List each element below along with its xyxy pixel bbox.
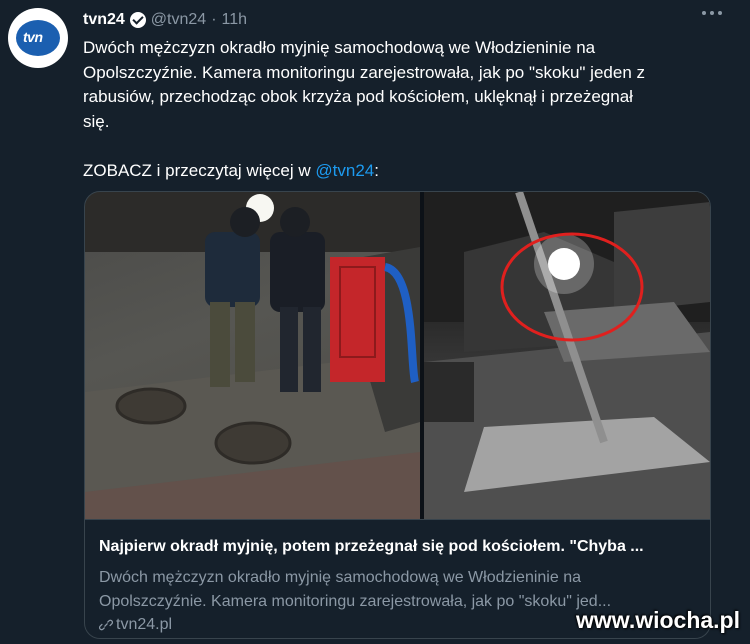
tweet-text-line: Dwóch mężczyzn okradło myjnię samochodow… [83, 38, 596, 57]
timestamp[interactable]: 11h [222, 11, 248, 29]
link-icon [99, 619, 113, 631]
tweet-header: tvn24 @tvn24 · 11h [83, 9, 247, 31]
car-wash-cctv-photo[interactable] [85, 192, 420, 519]
author-name[interactable]: tvn24 [83, 11, 125, 29]
more-options-icon[interactable] [702, 10, 722, 16]
mention-link[interactable]: @tvn24 [315, 161, 374, 180]
avatar-logo-text: tvn [23, 29, 43, 45]
separator-dot: · [211, 11, 217, 28]
church-cross-cctv-photo[interactable] [424, 192, 710, 519]
tweet-text-line: się. [83, 111, 110, 131]
card-photos[interactable] [85, 192, 710, 519]
author-handle[interactable]: @tvn24 [151, 11, 206, 29]
watermark: www.wiocha.pl [576, 607, 740, 633]
tweet-text-colon: : [374, 160, 379, 180]
tweet-text-line: Opolszczyźnie. Kamera monitoringu zareje… [83, 62, 645, 82]
card-title[interactable]: Najpierw okradł myjnię, potem przeżegnał… [99, 538, 699, 556]
tweet-text-line: rabusiów, przechodząc obok krzyża pod ko… [83, 87, 633, 106]
card-domain-text: tvn24.pl [116, 616, 173, 633]
tweet-text-line: ZOBACZ i przeczytaj więcej w [83, 160, 316, 180]
avatar[interactable]: tvn [8, 8, 68, 68]
car-wash-scene [85, 192, 420, 519]
card-domain[interactable]: tvn24.pl [99, 616, 172, 634]
card-description-line: Dwóch mężczyzn okradło myjnię samochodow… [99, 569, 581, 586]
verified-badge-icon [129, 12, 146, 28]
tweet-text: Dwóch mężczyzn okradło myjnię samochodow… [83, 36, 713, 183]
church-scene [424, 192, 710, 519]
link-card[interactable]: Najpierw okradł myjnię, potem przeżegnał… [84, 191, 711, 639]
